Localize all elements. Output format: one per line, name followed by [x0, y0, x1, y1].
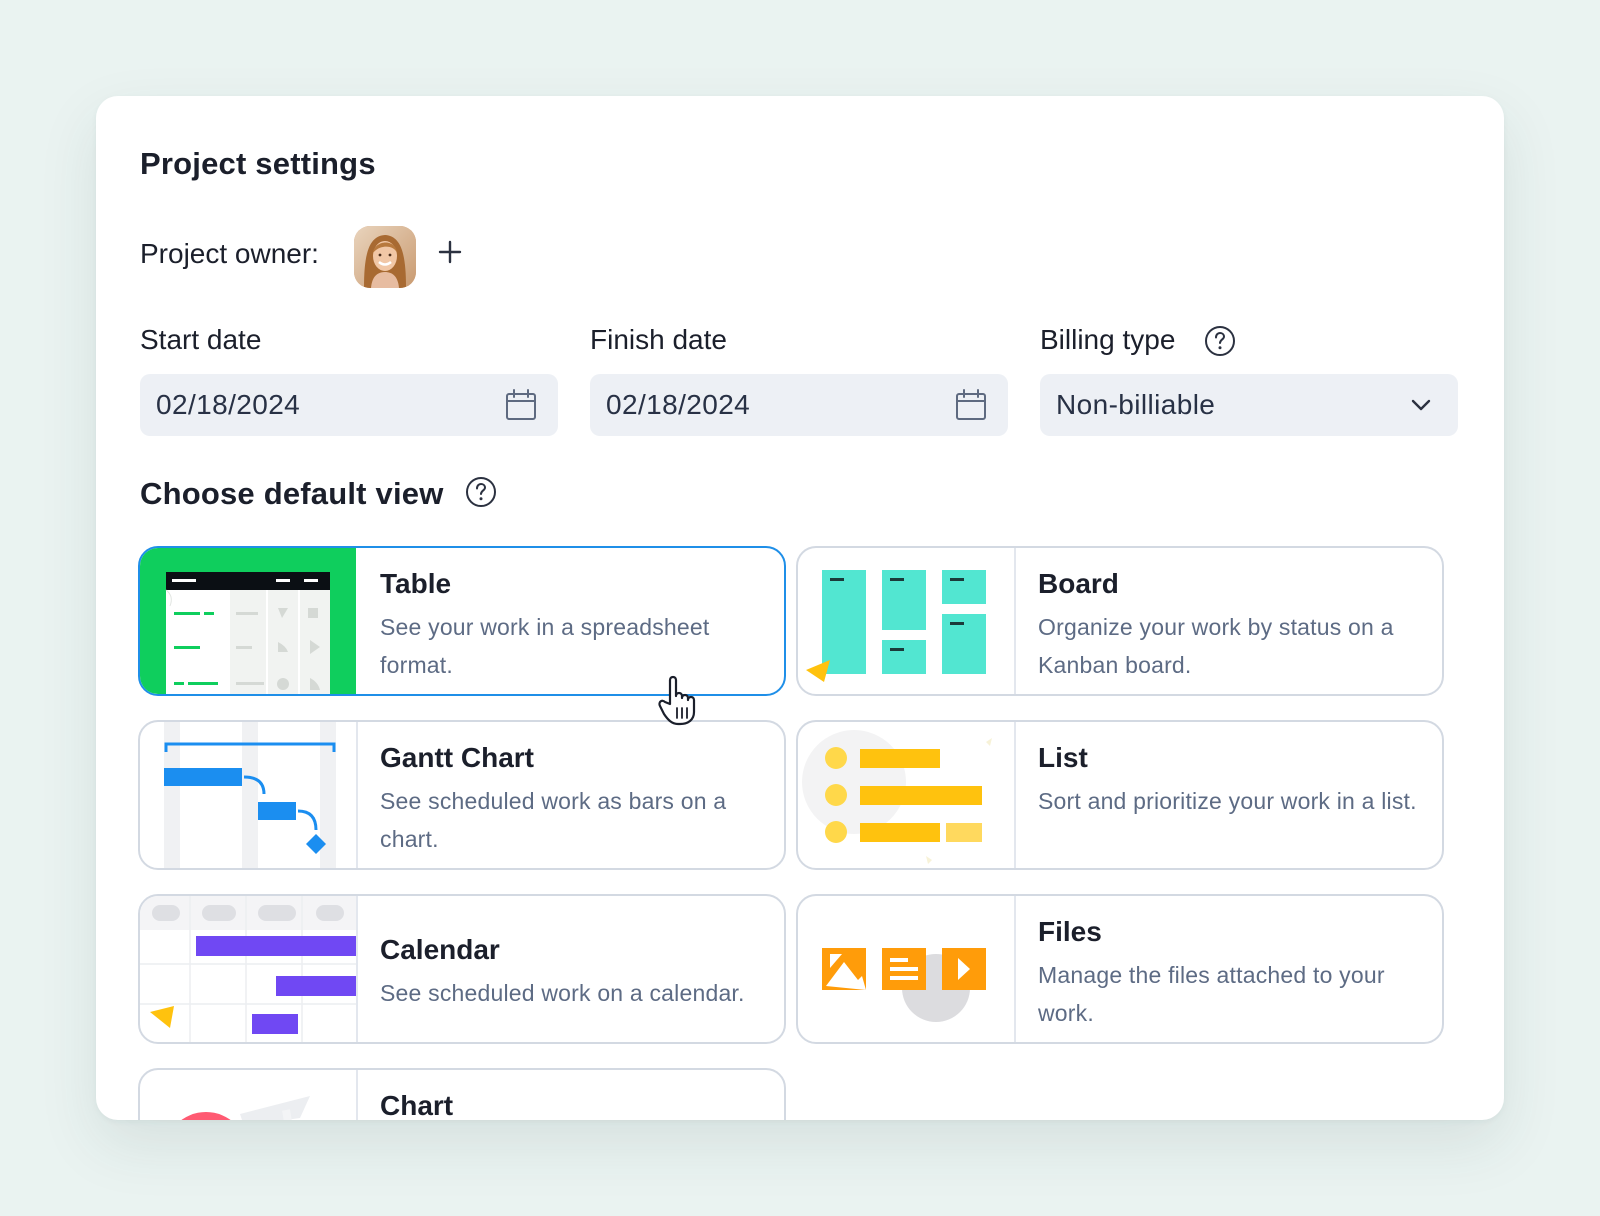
billing-type-value: Non-billiable	[1056, 389, 1216, 420]
view-card-title: Chart	[380, 1090, 454, 1120]
view-card-title: Gantt Chart	[380, 742, 534, 773]
project-owner-label: Project owner:	[140, 238, 319, 269]
view-card-description: Organize your work by status on a Kanban…	[1038, 614, 1394, 678]
list-view-thumbnail	[798, 722, 1016, 868]
view-card-chart[interactable]: Chart	[138, 1068, 786, 1120]
view-card-gantt-chart[interactable]: Gantt Chart See scheduled work as bars o…	[138, 720, 786, 870]
finish-date-label: Finish date	[590, 324, 727, 355]
board-view-thumbnail	[798, 548, 1016, 694]
default-view-help-icon[interactable]	[465, 476, 497, 508]
finish-date-field[interactable]: 02/18/2024	[590, 374, 1008, 436]
calendar-icon[interactable]	[504, 388, 538, 422]
files-illustration	[822, 948, 986, 1022]
billing-type-help-icon[interactable]	[1204, 325, 1236, 357]
calendar-icon[interactable]	[954, 388, 988, 422]
hand-pointer-icon	[658, 675, 696, 726]
chart-illustration	[181, 1096, 310, 1120]
start-date-field[interactable]: 02/18/2024	[140, 374, 558, 436]
calendar-view-thumbnail	[140, 896, 358, 1042]
start-date-label: Start date	[140, 324, 262, 355]
chevron-down-icon[interactable]	[1404, 388, 1438, 422]
view-card-board[interactable]: Board Organize your work by status on a …	[796, 546, 1444, 696]
default-view-title: Choose default view	[140, 476, 444, 511]
list-illustration	[802, 730, 992, 864]
view-card-title: Calendar	[380, 934, 500, 965]
table-view-thumbnail	[140, 548, 356, 694]
gantt-illustration	[164, 722, 336, 868]
owner-avatar-image	[354, 226, 416, 288]
start-date-value: 02/18/2024	[156, 389, 301, 420]
view-card-description: Manage the files attached to your work.	[1038, 962, 1385, 1026]
view-card-list[interactable]: List Sort and prioritize your work in a …	[796, 720, 1444, 870]
view-card-description: Sort and prioritize your work in a list.	[1038, 788, 1417, 814]
view-card-title: Files	[1038, 916, 1102, 947]
view-card-title: Table	[380, 568, 452, 599]
view-card-description: See scheduled work as bars on a chart.	[380, 788, 727, 852]
gantt-view-thumbnail	[140, 722, 358, 868]
billing-type-select[interactable]: Non-billiable	[1040, 374, 1458, 436]
board-illustration	[806, 570, 986, 682]
project-settings-panel: Project settings Project owner: Start da…	[96, 96, 1504, 1120]
billing-type-label: Billing type	[1040, 324, 1176, 355]
avatar[interactable]	[354, 226, 416, 288]
table-illustration	[140, 548, 356, 694]
view-card-description: See scheduled work on a calendar.	[380, 980, 745, 1006]
plus-icon	[438, 240, 462, 264]
view-card-calendar[interactable]: Calendar See scheduled work on a calenda…	[138, 894, 786, 1044]
add-owner-button[interactable]	[430, 232, 470, 272]
view-card-description: See your work in a spreadsheet format.	[380, 614, 710, 678]
view-card-files[interactable]: Files Manage the files attached to your …	[796, 894, 1444, 1044]
page-title: Project settings	[140, 146, 376, 181]
finish-date-value: 02/18/2024	[606, 389, 751, 420]
view-card-title: List	[1038, 742, 1088, 773]
chart-view-thumbnail	[140, 1070, 358, 1120]
calendar-illustration	[140, 896, 356, 1042]
files-view-thumbnail	[798, 896, 1016, 1042]
view-card-title: Board	[1038, 568, 1119, 599]
